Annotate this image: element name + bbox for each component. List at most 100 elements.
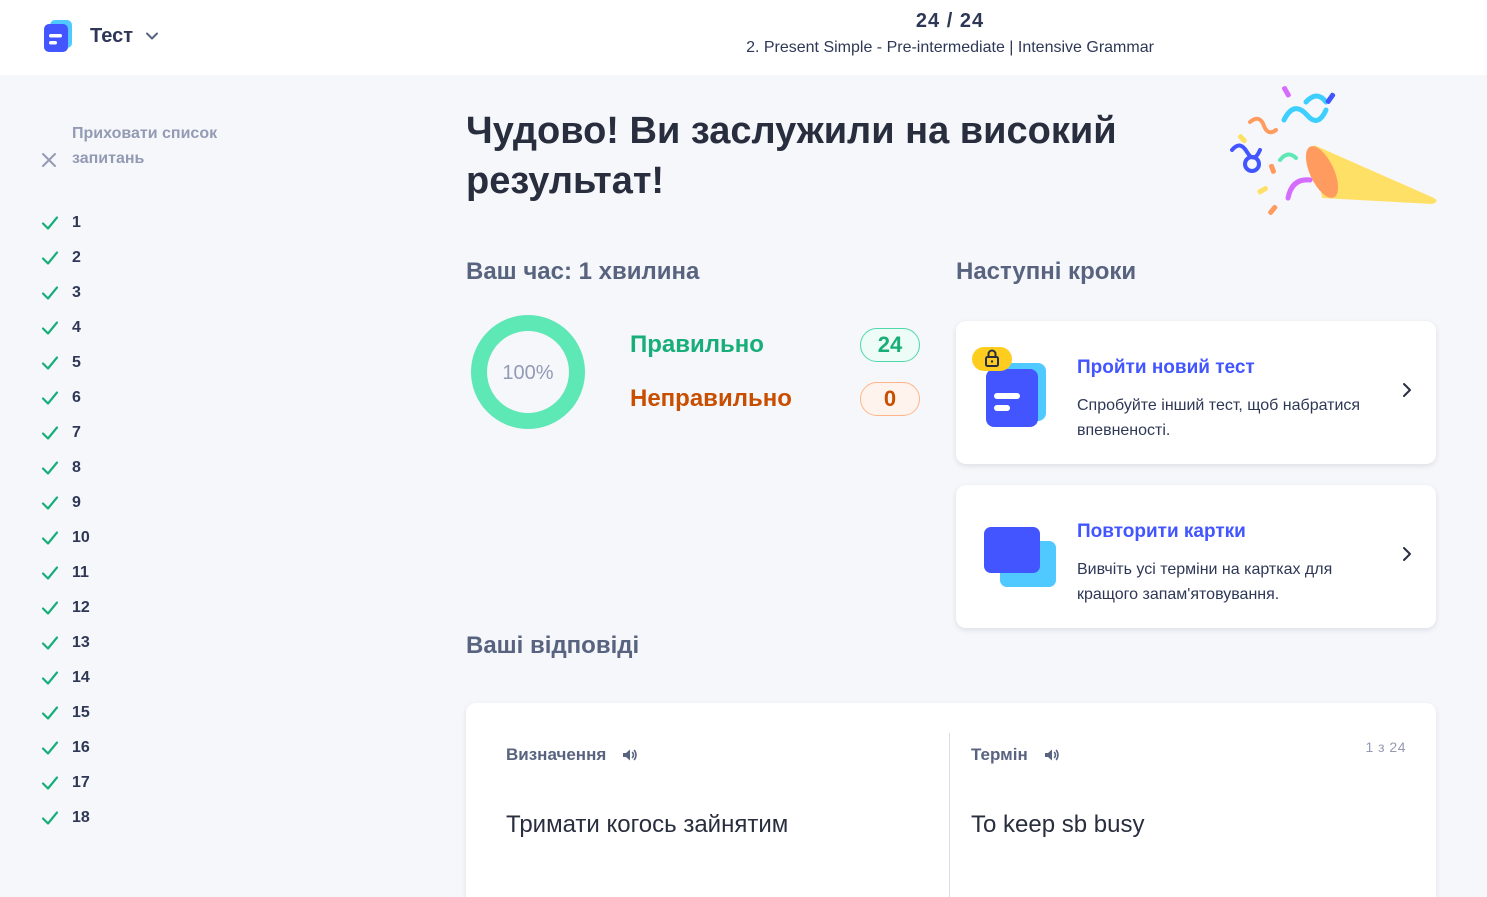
score-donut: 100% <box>471 315 585 429</box>
incorrect-row: Неправильно 0 <box>630 382 920 416</box>
new-test-title: Пройти новий тест <box>1077 357 1255 378</box>
answers-title: Ваші відповіді <box>466 632 640 659</box>
test-document-icon <box>972 347 1046 427</box>
check-icon <box>41 215 59 230</box>
question-item[interactable]: 15 <box>40 695 90 730</box>
check-icon <box>41 530 59 545</box>
term-text: To keep sb busy <box>971 811 1145 838</box>
lock-icon <box>972 347 1012 371</box>
definition-header-label: Визначення <box>506 745 607 764</box>
question-item[interactable]: 16 <box>40 730 90 765</box>
question-item[interactable]: 7 <box>40 415 90 450</box>
question-number: 16 <box>72 738 90 756</box>
hide-question-list-label: Приховати список запитань <box>72 125 218 167</box>
close-icon <box>42 153 56 167</box>
top-bar: Тест 24 / 24 2. Present Simple - Pre-int… <box>0 0 1487 75</box>
new-test-card[interactable]: Пройти новий тест Спробуйте інший тест, … <box>956 321 1436 464</box>
percent-label: 100% <box>502 362 553 384</box>
question-number: 9 <box>72 493 81 511</box>
question-item[interactable]: 4 <box>40 310 90 345</box>
flashcards-title: Повторити картки <box>1077 521 1246 542</box>
check-icon <box>41 250 59 265</box>
question-number: 5 <box>72 353 81 371</box>
incorrect-count-badge: 0 <box>860 382 920 416</box>
question-number: 11 <box>72 563 89 581</box>
chevron-right-icon <box>1403 383 1411 397</box>
question-number: 18 <box>72 808 90 826</box>
check-icon <box>41 565 59 580</box>
question-item[interactable]: 10 <box>40 520 90 555</box>
hide-question-list-button[interactable]: Приховати список запитань <box>40 121 232 171</box>
definition-header: Визначення <box>506 745 638 765</box>
check-icon <box>41 425 59 440</box>
question-number: 6 <box>72 388 81 406</box>
question-item[interactable]: 18 <box>40 800 90 835</box>
question-list: 1 2 3 4 5 6 7 8 9 10 11 12 13 14 15 16 17 18 <box>40 205 90 835</box>
correct-label: Правильно <box>630 331 764 358</box>
question-item[interactable]: 3 <box>40 275 90 310</box>
question-number: 8 <box>72 458 81 476</box>
mode-switch-dropdown[interactable]: Тест <box>90 22 159 50</box>
check-icon <box>41 600 59 615</box>
term-header: Термін <box>971 745 1060 765</box>
question-number: 4 <box>72 318 81 336</box>
question-item[interactable]: 8 <box>40 450 90 485</box>
check-icon <box>41 320 59 335</box>
question-item[interactable]: 11 <box>40 555 90 590</box>
column-divider <box>949 733 950 897</box>
definition-text: Тримати когось зайнятим <box>506 811 789 838</box>
question-number: 1 <box>72 213 81 231</box>
flashcards-description: Вивчіть усі терміни на картках для кращо… <box>1077 561 1333 603</box>
question-number: 12 <box>72 598 90 616</box>
test-logo-icon[interactable] <box>44 20 76 52</box>
incorrect-label: Неправильно <box>630 385 792 412</box>
term-header-label: Термін <box>971 745 1028 764</box>
flashcards-icon <box>984 527 1056 587</box>
correct-count-badge: 24 <box>860 328 920 362</box>
question-item[interactable]: 13 <box>40 625 90 660</box>
speaker-icon[interactable] <box>1042 746 1060 764</box>
time-label: Ваш час: 1 хвилина <box>466 258 700 285</box>
question-item[interactable]: 5 <box>40 345 90 380</box>
question-number: 17 <box>72 773 90 791</box>
party-popper-icon <box>1230 86 1437 215</box>
question-item[interactable]: 6 <box>40 380 90 415</box>
check-icon <box>41 740 59 755</box>
question-number: 7 <box>72 423 81 441</box>
check-icon <box>41 635 59 650</box>
answer-counter: 1 з 24 <box>1365 739 1406 755</box>
new-test-description: Спробуйте інший тест, щоб набратися впев… <box>1077 397 1361 439</box>
question-item[interactable]: 12 <box>40 590 90 625</box>
mode-label: Тест <box>90 24 133 47</box>
check-icon <box>41 495 59 510</box>
chevron-down-icon <box>146 32 158 40</box>
next-steps-title: Наступні кроки <box>956 258 1137 285</box>
progress-block: 24 / 24 2. Present Simple - Pre-intermed… <box>700 10 1200 57</box>
check-icon <box>41 775 59 790</box>
chevron-right-icon <box>1403 547 1411 561</box>
check-icon <box>41 810 59 825</box>
answer-card: Визначення Термін 1 з 24 Тримати когось … <box>466 703 1436 897</box>
check-icon <box>41 355 59 370</box>
correct-row: Правильно 24 <box>630 328 920 362</box>
question-item[interactable]: 1 <box>40 205 90 240</box>
check-icon <box>41 285 59 300</box>
question-item[interactable]: 17 <box>40 765 90 800</box>
flashcards-card[interactable]: Повторити картки Вивчіть усі терміни на … <box>956 485 1436 628</box>
question-item[interactable]: 2 <box>40 240 90 275</box>
question-item[interactable]: 14 <box>40 660 90 695</box>
question-sidebar: Приховати список запитань 1 2 3 4 5 6 7 8 9 10 11 1… <box>0 75 300 897</box>
question-item[interactable]: 9 <box>40 485 90 520</box>
progress-count: 24 / 24 <box>915 10 985 32</box>
question-number: 13 <box>72 633 90 651</box>
question-number: 3 <box>72 283 81 301</box>
question-number: 14 <box>72 668 90 686</box>
question-number: 15 <box>72 703 90 721</box>
check-icon <box>41 460 59 475</box>
speaker-icon[interactable] <box>620 746 638 764</box>
check-icon <box>41 670 59 685</box>
set-title: 2. Present Simple - Pre-intermediate | I… <box>746 39 1154 56</box>
question-number: 2 <box>72 248 81 266</box>
result-headline: Чудово! Ви заслужили на високий результа… <box>466 110 1117 202</box>
check-icon <box>41 390 59 405</box>
